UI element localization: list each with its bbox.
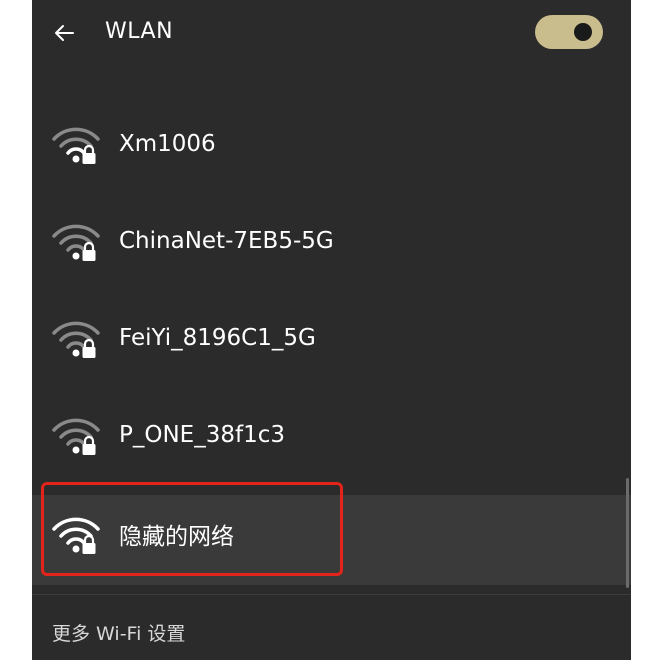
divider (32, 594, 631, 595)
network-item[interactable]: Xm1006 (32, 101, 631, 189)
network-name: P_ONE_38f1c3 (119, 422, 285, 448)
network-name: ChinaNet-7EB5-5G (119, 228, 334, 254)
wlan-flyout-panel: WLAN Xm1006 ChinaNet-7EB5-5G FeiYi_8196C… (32, 0, 631, 660)
network-name: 隐藏的网络 (119, 524, 234, 550)
network-item[interactable]: P_ONE_38f1c3 (32, 392, 631, 480)
wifi-secured-icon (52, 517, 100, 554)
more-wifi-settings-link[interactable]: 更多 Wi-Fi 设置 (52, 619, 185, 646)
scrollbar[interactable] (626, 478, 629, 588)
network-item[interactable]: ChinaNet-7EB5-5G (32, 198, 631, 286)
network-item-hidden[interactable]: 隐藏的网络 (32, 482, 631, 585)
network-item[interactable]: FeiYi_8196C1_5G (32, 295, 631, 383)
wlan-header: WLAN (32, 0, 631, 66)
wifi-secured-icon (52, 224, 100, 261)
page-title: WLAN (105, 19, 174, 44)
network-name: FeiYi_8196C1_5G (119, 325, 316, 351)
arrow-left-icon[interactable] (52, 21, 76, 45)
wifi-secured-icon (52, 127, 100, 164)
wlan-toggle[interactable] (535, 15, 603, 49)
network-name: Xm1006 (119, 131, 216, 157)
toggle-knob (574, 23, 592, 41)
wifi-secured-icon (52, 321, 100, 358)
wifi-secured-icon (52, 418, 100, 455)
